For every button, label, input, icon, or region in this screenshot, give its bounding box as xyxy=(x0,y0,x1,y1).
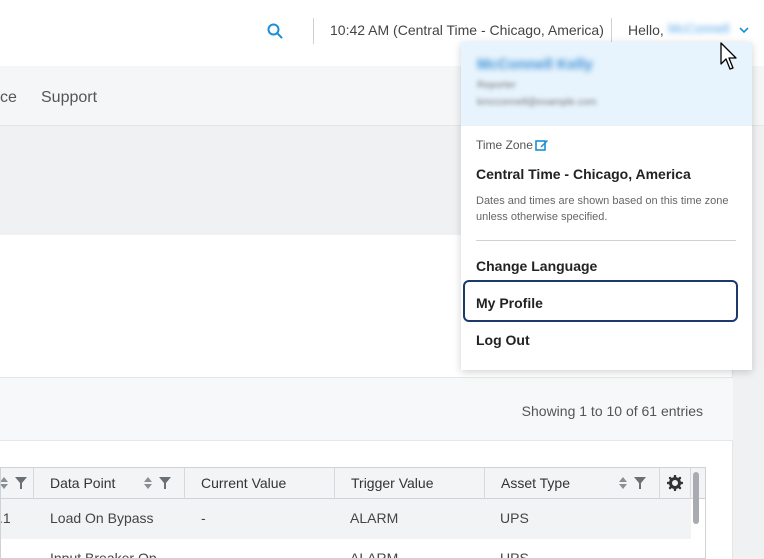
change-language-item[interactable]: Change Language xyxy=(476,258,597,274)
nav-item-partial[interactable]: ce xyxy=(0,89,17,107)
timezone-label: Time Zone xyxy=(476,138,533,152)
table-row[interactable]: Input Breaker Op... - ALARM UPS xyxy=(1,539,691,559)
log-out-item[interactable]: Log Out xyxy=(476,332,530,348)
divider xyxy=(611,18,612,44)
divider xyxy=(313,18,314,44)
gear-icon[interactable] xyxy=(666,474,684,492)
column-label: Asset Type xyxy=(501,475,571,491)
cell-current-value: - xyxy=(201,550,206,559)
timezone-note: Dates and times are shown based on this … xyxy=(476,195,729,223)
filter-icon[interactable] xyxy=(633,475,647,491)
my-profile-item[interactable]: My Profile xyxy=(476,295,543,311)
user-menu-name[interactable]: McConnell xyxy=(668,21,736,39)
current-time: 10:42 AM (Central Time - Chicago, Americ… xyxy=(330,22,604,38)
table-toolbar: Showing 1 to 10 of 61 entries xyxy=(0,377,733,441)
chevron-down-icon[interactable] xyxy=(738,23,750,37)
cell-data-point: Input Breaker Op... xyxy=(50,550,169,559)
sort-icon[interactable] xyxy=(619,475,627,491)
cell-asset-type: UPS xyxy=(500,510,529,526)
user-email: kmcconnell@example.com xyxy=(477,97,597,108)
column-header-partial[interactable] xyxy=(0,468,34,499)
filter-icon[interactable] xyxy=(158,475,172,491)
user-info-header: McConnell Kelly Reporter kmcconnell@exam… xyxy=(461,42,752,126)
table-header: Data Point Current Value Trigger Value A… xyxy=(0,468,705,499)
hello-label: Hello, xyxy=(628,22,664,38)
events-table: Data Point Current Value Trigger Value A… xyxy=(0,467,706,559)
sort-icon[interactable] xyxy=(144,475,152,491)
column-header-trigger-value[interactable]: Trigger Value xyxy=(335,468,485,499)
nav-item-support[interactable]: Support xyxy=(41,89,97,107)
column-header-current-value[interactable]: Current Value xyxy=(185,468,335,499)
filter-icon[interactable] xyxy=(14,475,28,491)
user-menu-dropdown: McConnell Kelly Reporter kmcconnell@exam… xyxy=(461,42,752,370)
user-full-name: McConnell Kelly xyxy=(477,56,593,73)
cell-asset-type: UPS xyxy=(500,550,529,559)
column-label: Trigger Value xyxy=(351,475,434,491)
column-label: Current Value xyxy=(201,475,287,491)
search-icon[interactable] xyxy=(266,22,284,40)
mouse-cursor-icon xyxy=(720,42,737,70)
entries-count: Showing 1 to 10 of 61 entries xyxy=(521,403,703,419)
timezone-value: Central Time - Chicago, America xyxy=(476,166,691,182)
column-header-asset-type[interactable]: Asset Type xyxy=(485,468,660,499)
column-settings[interactable] xyxy=(660,468,691,499)
sort-icon[interactable] xyxy=(0,475,8,491)
edit-icon[interactable] xyxy=(535,138,549,152)
menu-divider xyxy=(476,240,736,241)
column-label: Data Point xyxy=(50,475,116,491)
table-scrollbar[interactable] xyxy=(693,472,699,524)
user-role: Reporter xyxy=(477,80,516,91)
cell-trigger-value: ALARM xyxy=(350,510,399,526)
cell-partial: .1 xyxy=(0,510,11,526)
cell-trigger-value: ALARM xyxy=(350,550,399,559)
column-header-data-point[interactable]: Data Point xyxy=(34,468,185,499)
cell-data-point: Load On Bypass xyxy=(50,510,154,526)
table-row[interactable]: .1 Load On Bypass - ALARM UPS xyxy=(1,499,691,539)
cell-current-value: - xyxy=(201,510,206,526)
